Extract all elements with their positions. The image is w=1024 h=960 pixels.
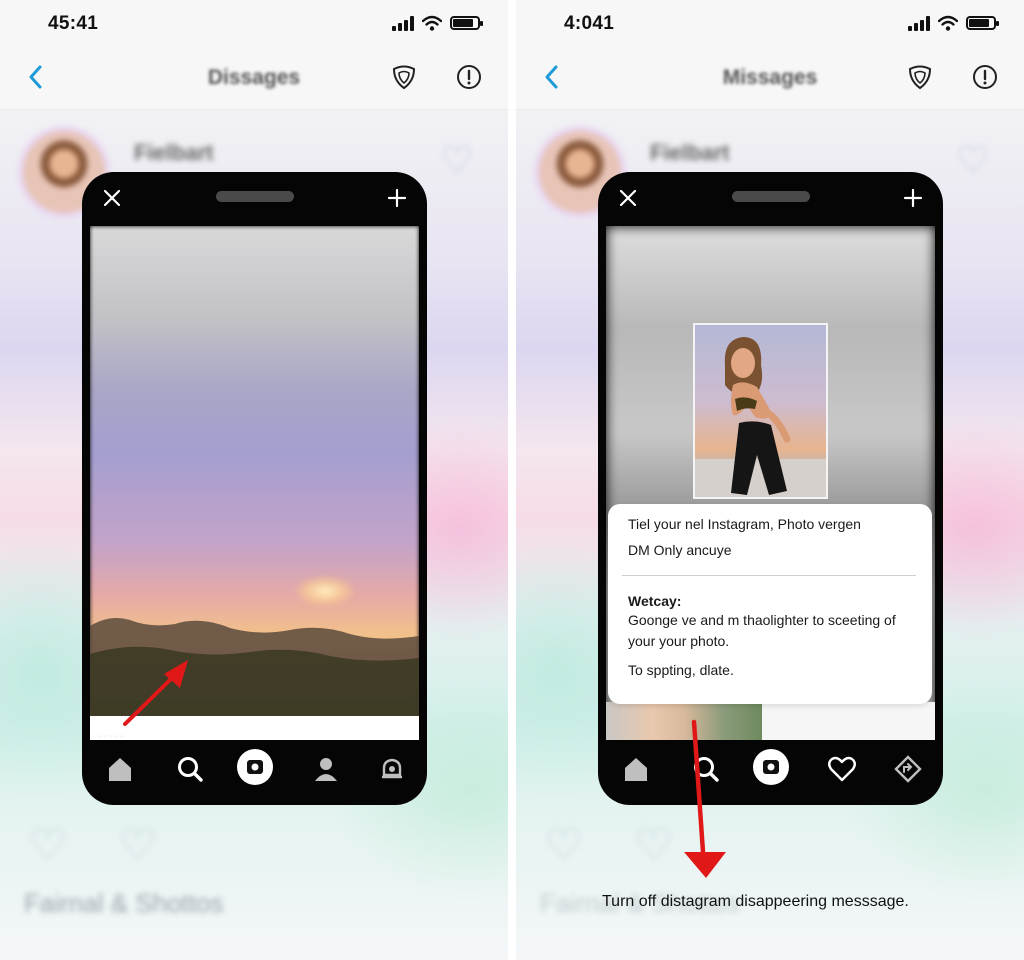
close-icon[interactable] [102, 188, 122, 208]
status-bar: 4:041 [516, 0, 1024, 50]
person-silhouette [695, 337, 826, 497]
thumbnail-placeholder [762, 702, 935, 740]
wifi-icon [938, 15, 958, 31]
search-icon[interactable] [174, 753, 206, 785]
profile-icon[interactable] [310, 753, 342, 785]
camera-icon [247, 760, 263, 774]
strip-text: · · · · · [98, 731, 123, 740]
shield-icon[interactable] [906, 63, 934, 91]
wifi-icon [422, 15, 442, 31]
info-popup-card: Tiel your nel Instagram, Photo vergen DM… [608, 504, 932, 704]
plus-icon[interactable] [387, 188, 407, 208]
hills-silhouette [90, 618, 419, 716]
notification-icon[interactable] [376, 753, 408, 785]
close-icon[interactable] [618, 188, 638, 208]
signal-icon [392, 15, 414, 31]
tab-bar [598, 743, 943, 805]
heart-icon: ♡ [118, 821, 158, 870]
status-bar: 45:41 [0, 0, 508, 50]
blurred-footer: ♡ ♡ Fairnal & Shottos [0, 810, 508, 960]
panel-divider [508, 0, 516, 960]
phone-mockup [598, 172, 943, 805]
battery-icon [450, 16, 483, 30]
info-line: To sppting, dlate. [628, 662, 734, 678]
search-icon[interactable] [690, 753, 722, 785]
camera-button[interactable] [753, 749, 789, 785]
heart-icon[interactable] [826, 753, 858, 785]
camera-button[interactable] [237, 749, 273, 785]
signal-icon [908, 15, 930, 31]
info-heading: Wetcay: [628, 593, 682, 609]
sun-glow [295, 576, 355, 606]
info-line: DM Only ancuye [628, 542, 732, 558]
info-divider [622, 575, 916, 576]
plus-icon[interactable] [903, 188, 923, 208]
thumbnail-photo[interactable] [606, 702, 762, 740]
phone-notch [216, 191, 294, 202]
contact-name: Fielbart [134, 140, 214, 165]
shared-photo[interactable] [693, 323, 828, 499]
status-time: 4:041 [564, 13, 615, 34]
heart-icon: ♡ [440, 140, 475, 182]
sunset-photo-preview: · · · · · [90, 226, 419, 740]
page-title: Missages [722, 66, 818, 89]
home-icon[interactable] [104, 753, 136, 785]
tab-bar [82, 743, 427, 805]
info-icon[interactable] [972, 64, 998, 90]
info-line: Goonge ve and m thaolighter to sceeting … [628, 612, 896, 628]
phone-mockup: · · · · · [82, 172, 427, 805]
info-line: your your photo. [628, 633, 730, 649]
nav-bar: Dissages [0, 50, 508, 110]
blurred-footer: ♡ ♡ Fairnal & Shottos [516, 810, 1024, 960]
status-icons [392, 15, 483, 31]
battery-icon [966, 16, 999, 30]
shield-icon[interactable] [390, 63, 418, 91]
page-title: Dissages [207, 66, 301, 89]
camera-icon [763, 760, 779, 774]
home-icon[interactable] [620, 753, 652, 785]
instruction-caption: Turn off distagram disappeering messsage… [602, 893, 909, 910]
status-time: 45:41 [48, 13, 99, 34]
info-line: Tiel your nel Instagram, Photo vergen [628, 516, 861, 532]
caption-strip: · · · · · [90, 716, 419, 740]
contact-name: Fielbart [650, 140, 730, 165]
heart-icon: ♡ [28, 821, 68, 870]
nav-bar: Missages [516, 50, 1024, 110]
heart-icon: ♡ [544, 821, 584, 870]
info-icon[interactable] [456, 64, 482, 90]
left-screenshot-panel: 45:41 Dissages Fielbart ♡ ♡ ♡ Fairnal & … [0, 0, 508, 960]
blurred-footer-text: Fairnal & Shottos [24, 888, 224, 918]
directions-icon[interactable] [892, 753, 924, 785]
right-screenshot-panel: 4:041 Missages Fielbart ♡ ♡ ♡ Fairnal & … [516, 0, 1024, 960]
status-icons [908, 15, 999, 31]
phone-notch [732, 191, 810, 202]
heart-icon: ♡ [634, 821, 674, 870]
heart-icon: ♡ [956, 140, 991, 182]
